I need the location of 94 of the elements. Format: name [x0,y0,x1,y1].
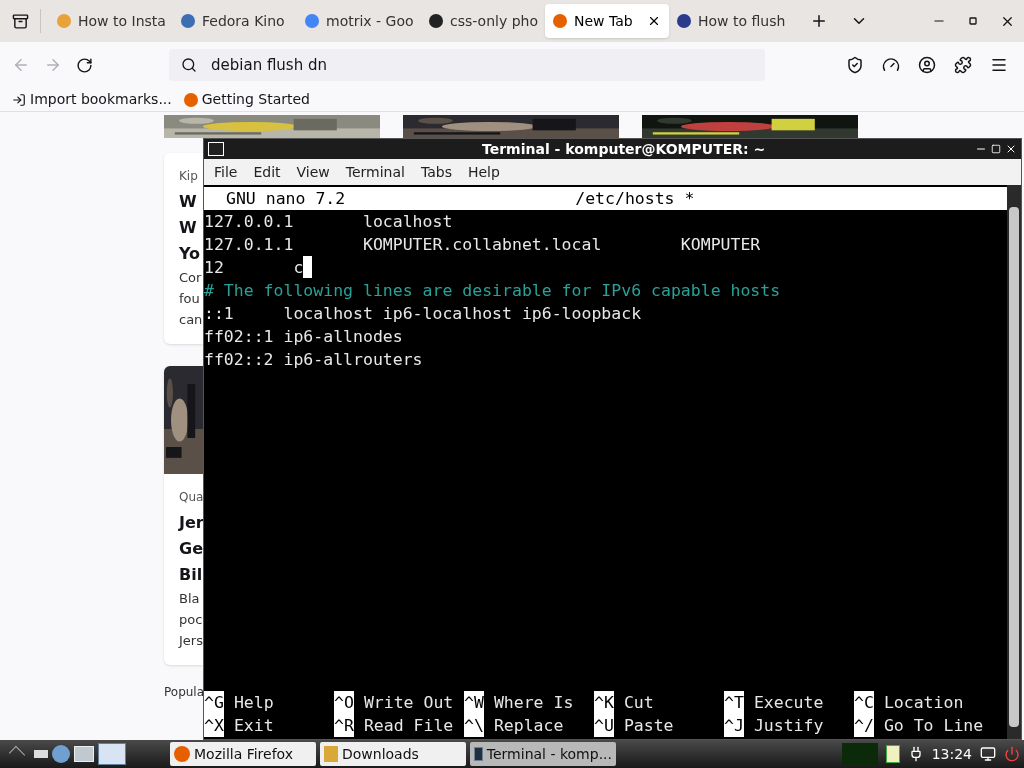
shortcut-label: Where Is [493,692,574,714]
clipboard-icon[interactable] [885,745,900,763]
tab-title: css-only pho [450,11,538,31]
close-tab-icon[interactable] [647,14,661,28]
article-summary: Cor [179,269,202,287]
editor-version: GNU nano 7.2 [226,188,346,210]
plus-icon [810,12,828,30]
firefox-icon [183,92,198,107]
article-headline: Yo [179,243,201,265]
article-card[interactable]: Kip W W Yo Cor fou can [164,153,203,344]
shortcut-label: Cut [623,692,654,714]
section-label: Popula [164,684,205,701]
tab-title: motrix - Goo [326,11,414,31]
import-icon [12,92,26,107]
article-summary: Jers [179,632,203,650]
shortcut-label: Help [233,692,274,714]
file-line: 127.0.1.1 KOMPUTER.collabnet.local KOMPUTER [204,234,761,256]
article-headline: Bil [179,564,203,586]
gauge-icon[interactable] [882,56,900,74]
article-source: Qua [179,489,203,506]
browser-tab[interactable]: How to flush [669,4,793,38]
file-line: # The following lines are desirable for IPv6 capable hosts [204,280,781,302]
taskbar-button[interactable]: Mozilla Firefox [170,742,316,766]
shortcut-label: Execute [753,692,824,714]
bookmark-item[interactable]: Getting Started [183,89,310,110]
article-headline: Ge [179,538,203,560]
monitor-icon[interactable] [980,746,996,762]
browser-tab[interactable]: New Tab [545,4,669,38]
shortcut-key: ^R [334,714,354,737]
browser-tab[interactable]: Fedora Kino [173,4,297,38]
file-line: ff02::2 ip6-allrouters [204,349,423,371]
shortcut-label: Justify [753,715,824,737]
shortcut-label: Go To Line [883,715,984,737]
window-title: Terminal - komputer@KOMPUTER: ~ [482,139,766,159]
shortcut-key: ^G [204,691,224,714]
tab-title: Fedora Kino [202,11,285,31]
browser-tab[interactable]: motrix - Goo [297,4,421,38]
shortcut-label: Write Out [363,692,454,714]
shortcut-key: ^K [594,691,614,714]
shortcut-key: ^\ [464,714,484,737]
shortcut-key: ^U [594,714,614,737]
tab-title: How to Insta [78,11,166,31]
menu-item[interactable]: File [206,161,246,183]
shortcut-key: ^O [334,691,354,714]
reload-icon[interactable] [76,56,93,74]
maximize-icon [969,17,977,25]
file-line: ::1 localhost ip6-localhost ip6-loopback [204,303,642,325]
shortcut-label: Location [883,692,964,714]
shortcut-label: Replace [493,715,564,737]
account-icon[interactable] [918,56,936,74]
close-icon[interactable] [1005,143,1017,155]
tab-title: New Tab [574,11,633,31]
file-line: 12 c [204,257,304,279]
menu-item[interactable]: Help [459,161,508,183]
shortcut-label: Read File [363,715,454,737]
workspace-button[interactable] [98,743,126,765]
article-headline: W [179,217,197,239]
menu-item[interactable]: Tabs [412,161,460,183]
shortcut-key: ^W [464,691,484,714]
taskbar-button[interactable]: Downloads [320,742,466,766]
shortcut-label: Exit [233,715,274,737]
shield-icon[interactable] [846,56,864,74]
address-bar[interactable]: debian flush dn [169,49,765,81]
browser-tab[interactable]: css-only pho [421,4,545,38]
shortcut-key: ^J [724,714,744,737]
file-line: 127.0.0.1 localhost [204,211,453,233]
browser-tab[interactable]: How to Insta [49,4,173,38]
article-summary: poc [179,611,203,629]
shortcut-key: ^C [854,691,874,714]
shortcut-key: ^X [204,714,224,737]
article-card[interactable]: Qua Jer Ge Bil Bla poc Jers [164,366,203,665]
file-name: /etc/hosts * [575,188,695,210]
extensions-icon[interactable] [954,56,972,74]
tab-title: How to flush [698,11,786,31]
article-summary: can [179,311,203,329]
taskbar-button[interactable]: Terminal - komp... [470,742,616,766]
terminal-icon [208,142,224,156]
article-source: Kip [179,168,198,185]
article-headline: Jer [179,512,203,534]
menu-item[interactable]: Edit [245,161,289,183]
maximize-icon[interactable] [991,144,1001,154]
clock: 13:24 [931,744,972,764]
bookmark-item[interactable]: Import bookmarks... [12,89,172,110]
article-headline: W [179,191,197,213]
menu-item[interactable]: Terminal [337,161,413,183]
box-icon [11,12,29,30]
shortcut-label: Paste [623,715,674,737]
shortcut-key: ^T [724,691,744,714]
menu-item[interactable]: View [288,161,338,183]
file-line: ff02::1 ip6-allnodes [204,326,403,348]
article-summary: fou [179,290,200,308]
shortcut-key: ^/ [854,714,874,737]
power-icon[interactable] [1004,746,1020,762]
article-summary: Bla [179,590,200,608]
